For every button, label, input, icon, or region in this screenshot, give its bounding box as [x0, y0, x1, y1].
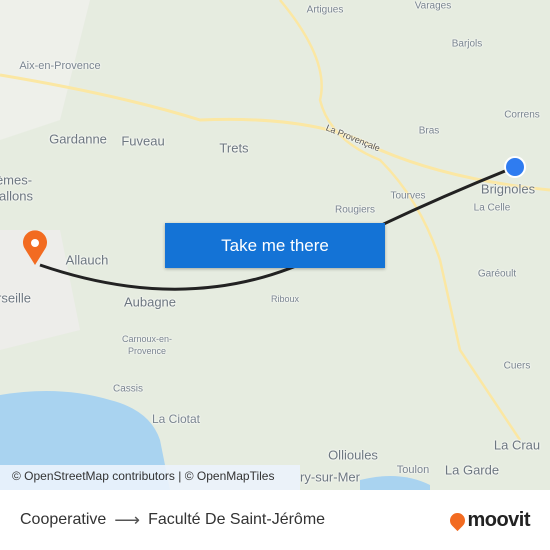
place-label: Aix-en-Provence	[19, 60, 101, 72]
destination-name: Faculté De Saint-Jérôme	[148, 511, 326, 528]
place-label: Allauch	[65, 252, 109, 268]
place-label: allons	[0, 188, 33, 204]
place-label: La Garde	[444, 462, 500, 478]
place-label: Ollioules	[328, 447, 378, 463]
take-me-there-button[interactable]: Take me there	[165, 223, 385, 268]
place-label: Riboux	[270, 294, 300, 304]
arrow-right-icon: ⟶	[114, 509, 141, 530]
place-label: Cassis	[112, 383, 144, 395]
footer: Cooperative ⟶ Faculté De Saint-Jérôme mo…	[0, 490, 550, 550]
place-label: La Crau	[493, 437, 541, 453]
place-label: Bras	[418, 125, 440, 137]
place-label: Barjols	[451, 38, 483, 50]
road	[279, 0, 522, 441]
moovit-wordmark: moovit	[467, 509, 530, 531]
place-label: ry-sur-Mer	[300, 469, 360, 485]
place-label: Aubagne	[123, 294, 177, 310]
map-attribution[interactable]: © OpenStreetMap contributors | © OpenMap…	[0, 465, 300, 490]
place-label: Provence	[127, 346, 167, 356]
place-label: Trets	[219, 140, 249, 156]
place-label: rseille	[0, 290, 31, 306]
place-label: Carnoux-en-	[121, 334, 173, 344]
place-label: Garéoult	[477, 268, 517, 280]
place-label: èmes-	[0, 172, 33, 188]
moovit-pin-icon	[447, 509, 469, 532]
place-label: Artigues	[306, 4, 344, 16]
origin-marker[interactable]	[504, 156, 526, 178]
place-label: La Ciotat	[151, 412, 201, 426]
map[interactable]: Artigues Varages Barjols Aix-en-Provence…	[0, 0, 550, 490]
place-label: Tourves	[390, 190, 426, 202]
place-label: Correns	[504, 109, 540, 121]
sea-toulon	[360, 476, 430, 490]
moovit-logo[interactable]: moovit	[447, 509, 530, 532]
place-label: Cuers	[503, 360, 531, 372]
origin-name: Cooperative	[20, 511, 107, 528]
place-label: Toulon	[396, 464, 430, 476]
place-label: Rougiers	[334, 204, 376, 216]
place-label: Brignoles	[480, 181, 536, 197]
place-label: Varages	[414, 0, 452, 12]
place-label: La Celle	[473, 202, 511, 214]
place-label: Gardanne	[49, 131, 107, 147]
place-label: Fuveau	[121, 133, 165, 149]
